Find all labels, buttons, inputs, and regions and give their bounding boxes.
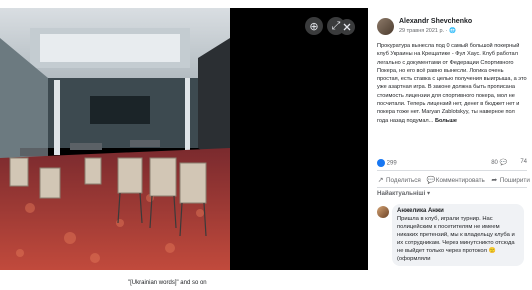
comment-label: Комментировать [435,176,485,184]
post-text: Прокуратура вынесла под 0 самый большой … [377,42,527,125]
comments-count[interactable]: 80 💬 [491,159,507,166]
commenter-name[interactable]: Анжелика Анжи [397,207,519,215]
author-avatar[interactable] [377,18,394,35]
more-link[interactable]: Больше [435,118,457,124]
send-button[interactable]: ➦ Поширити [491,174,530,186]
reaction-bar: 299 80 💬 74 [377,159,527,169]
shares-count[interactable]: 74 [520,159,527,165]
share-label: Поделиться [386,176,421,184]
comment-sort-dropdown[interactable]: Найактуальніші ▾ [377,190,430,197]
photo-viewer: ⊕ ⤢ [0,8,368,270]
reactions-count[interactable]: 299 [387,161,397,167]
poker-club-photo[interactable] [0,8,230,270]
comment-text: Пришла в клуб, играли турнир. Нас полице… [397,216,515,262]
commenter-avatar[interactable] [377,206,389,218]
post-actions: ↗ Поделиться 💬 Комментировать ➦ Поширити [377,174,532,186]
comment-bubble: Анжелика Анжи Пришла в клуб, играли турн… [392,204,524,266]
author-name[interactable]: Alexandr Shevchenko [399,18,472,25]
zoom-in-icon[interactable]: ⊕ [305,17,323,35]
share-button[interactable]: ↗ Поделиться [377,174,421,186]
post-date[interactable]: 29 травня 2021 р. · 🌐 [399,28,456,34]
close-icon[interactable] [338,19,356,35]
send-label: Поширити [499,176,530,184]
comment-button[interactable]: 💬 Комментировать [427,174,485,186]
image-caption: "[Ukrainian words]" and so on [128,280,207,286]
send-icon: ➦ [491,177,498,184]
share-icon: ↗ [377,177,384,184]
divider [377,187,527,188]
comment-icon: 💬 [426,177,436,184]
like-icon [377,159,385,167]
post-side-panel: Alexandr Shevchenko 29 травня 2021 р. · … [368,8,532,270]
comment-item: Анжелика Анжи Пришла в клуб, играли турн… [377,204,527,270]
divider [377,170,527,171]
post-body: Прокуратура вынесла под 0 самый большой … [377,43,527,124]
